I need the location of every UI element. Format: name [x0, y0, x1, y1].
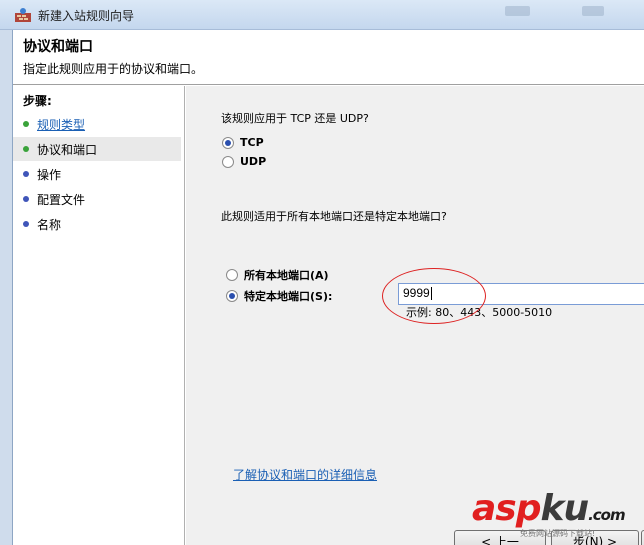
radio-label: TCP	[240, 136, 264, 149]
wizard-header: 协议和端口 指定此规则应用于的协议和端口。	[13, 30, 644, 85]
page-subtitle: 指定此规则应用于的协议和端口。	[23, 62, 204, 76]
step-label: 配置文件	[37, 192, 86, 207]
step-status-icon	[23, 171, 29, 177]
radio-label: 所有本地端口(A)	[244, 269, 329, 282]
annotation-ellipse	[382, 268, 486, 324]
radio-label: UDP	[240, 155, 267, 168]
step-status-icon	[23, 121, 29, 127]
radio-circle[interactable]	[222, 155, 234, 168]
step-name: 名称	[13, 212, 181, 236]
step-label: 协议和端口	[37, 142, 98, 157]
steps-title: 步骤:	[23, 94, 52, 108]
step-protocol-ports[interactable]: 协议和端口	[13, 137, 181, 161]
radio-udp[interactable]: UDP	[222, 155, 266, 168]
radio-label: 特定本地端口(S):	[244, 290, 333, 303]
main-content: 该规则应用于 TCP 还是 UDP? TCP UDP 此规则适用于所有本地端口还…	[186, 86, 644, 545]
title-bar: 新建入站规则向导	[0, 0, 644, 30]
port-question: 此规则适用于所有本地端口还是特定本地端口?	[221, 210, 447, 223]
step-rule-type[interactable]: 规则类型	[13, 112, 181, 136]
minimize-button[interactable]	[505, 6, 530, 16]
radio-circle[interactable]	[226, 269, 238, 281]
learn-more-link[interactable]: 了解协议和端口的详细信息	[233, 466, 377, 483]
step-label: 名称	[37, 217, 62, 232]
watermark-subtitle: 免费网站源码下载站!	[520, 529, 596, 538]
window-title: 新建入站规则向导	[38, 9, 135, 23]
step-status-icon	[23, 221, 29, 227]
steps-pane: 步骤: 规则类型 协议和端口 操作 配置文件 名称	[13, 86, 185, 545]
radio-specific-ports[interactable]: 特定本地端口(S):	[226, 288, 332, 304]
window-frame: 协议和端口 指定此规则应用于的协议和端口。 步骤: 规则类型 协议和端口 操作 …	[0, 30, 644, 545]
step-label: 操作	[37, 167, 62, 182]
step-label: 规则类型	[37, 117, 86, 132]
protocol-question: 该规则应用于 TCP 还是 UDP?	[221, 112, 369, 125]
radio-all-ports[interactable]: 所有本地端口(A)	[226, 267, 329, 283]
step-status-icon	[23, 196, 29, 202]
wizard-body: 协议和端口 指定此规则应用于的协议和端口。 步骤: 规则类型 协议和端口 操作 …	[12, 30, 644, 545]
watermark-logo: aspku.com	[472, 488, 626, 529]
step-profile: 配置文件	[13, 187, 181, 211]
page-title: 协议和端口	[23, 39, 93, 55]
radio-circle[interactable]	[222, 136, 234, 149]
firewall-icon	[15, 8, 31, 22]
step-status-icon	[23, 146, 29, 152]
radio-circle[interactable]	[226, 290, 238, 302]
step-action: 操作	[13, 162, 181, 186]
radio-tcp[interactable]: TCP	[222, 136, 264, 149]
close-button[interactable]	[582, 6, 604, 16]
